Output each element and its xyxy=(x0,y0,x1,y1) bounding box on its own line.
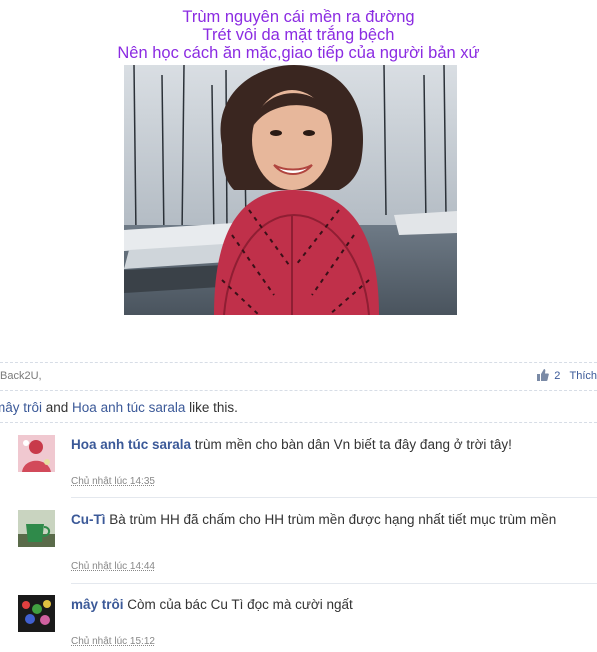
post-author[interactable]: Back2U, xyxy=(0,370,42,382)
caption-line-3: Nên học cách ăn mặc,giao tiếp của người … xyxy=(117,44,480,62)
likes-summary: mây trôi and Hoa anh túc sarala like thi… xyxy=(0,400,238,415)
like-count: 2 xyxy=(554,370,561,382)
divider xyxy=(0,422,597,423)
comment-author[interactable]: Hoa anh túc sarala xyxy=(71,437,191,452)
post-meta: Back2U, 2 Thích xyxy=(0,366,597,386)
comment-text: Bà trùm HH đã chấm cho HH trùm mền được … xyxy=(105,512,557,527)
like-box[interactable]: 2 Thích xyxy=(537,369,597,382)
divider xyxy=(0,390,597,391)
avatar[interactable] xyxy=(18,510,55,547)
avatar[interactable] xyxy=(18,435,55,472)
comment-timestamp[interactable]: Chủ nhật lúc 15:12 xyxy=(71,636,155,647)
post-caption: Trùm nguyên cái mền ra đường Trét vôi da… xyxy=(0,8,597,62)
caption-line-2: Trét vôi da mặt trắng bệch xyxy=(202,26,395,44)
avatar[interactable] xyxy=(18,595,55,632)
like-button[interactable]: Thích xyxy=(569,370,597,382)
likes-suffix: like this. xyxy=(185,400,238,415)
liker-link-2[interactable]: Hoa anh túc sarala xyxy=(72,400,185,415)
comment-author[interactable]: mây trôi xyxy=(71,597,124,612)
thumbs-up-icon xyxy=(537,369,550,381)
divider xyxy=(0,362,597,363)
photo-illustration xyxy=(124,65,457,315)
liker-link-1[interactable]: mây trôi xyxy=(0,400,42,415)
comment-divider xyxy=(71,583,597,584)
comment-body: Hoa anh túc sarala trùm mền cho bàn dân … xyxy=(71,435,591,455)
comment-divider xyxy=(71,497,597,498)
comment-text: trùm mền cho bàn dân Vn biết ta đây đang… xyxy=(191,437,512,452)
caption-line-1: Trùm nguyên cái mền ra đường xyxy=(182,8,415,26)
comment-body: Cu-Tì Bà trùm HH đã chấm cho HH trùm mền… xyxy=(71,510,591,530)
comment-author[interactable]: Cu-Tì xyxy=(71,512,106,527)
avatar-image-icon xyxy=(18,435,55,472)
comment-body: mây trôi Còm của bác Cu Tì đọc mà cười n… xyxy=(71,595,591,615)
avatar-image-icon xyxy=(18,595,55,632)
comment-timestamp[interactable]: Chủ nhật lúc 14:35 xyxy=(71,476,155,487)
comment-timestamp[interactable]: Chủ nhật lúc 14:44 xyxy=(71,561,155,572)
comment-text: Còm của bác Cu Tì đọc mà cười ngất xyxy=(123,597,353,612)
avatar-image-icon xyxy=(18,510,55,547)
likes-and: and xyxy=(42,400,73,415)
post-photo[interactable] xyxy=(124,65,457,315)
